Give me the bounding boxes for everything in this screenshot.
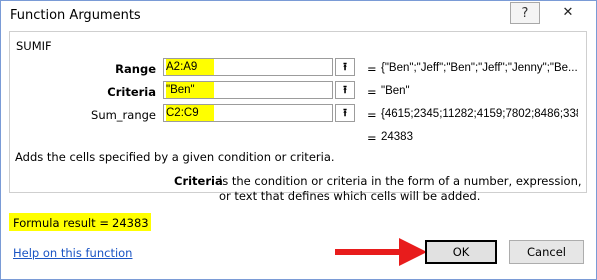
criteria-label: Criteria [107,85,156,99]
function-result-value: 24383 [381,131,413,143]
close-button[interactable]: ✕ [546,2,590,24]
criteria-result: "Ben" [381,85,410,97]
sum-range-collapse-icon[interactable]: ⭱ [335,104,355,122]
sum-range-equals: = [367,108,377,122]
criteria-equals: = [367,85,377,99]
function-result-equals: = [367,131,377,145]
sum-range-label: Sum_range [91,108,156,122]
argument-help-label: Criteria [174,174,223,188]
criteria-value: "Ben" [166,84,195,96]
function-description: Adds the cells specified by a given cond… [15,150,335,164]
function-name: SUMIF [16,39,52,53]
range-collapse-icon[interactable]: ⭱ [335,58,355,76]
help-on-function-link[interactable]: Help on this function [13,246,132,260]
help-button[interactable]: ? [510,2,540,24]
arrow-head-icon [399,238,427,266]
criteria-input[interactable]: "Ben" [163,81,333,99]
sum-range-result: {4615;2345;11282;4159;7802;8486;3384 [381,108,578,120]
range-equals: = [367,62,377,76]
cancel-button[interactable]: Cancel [509,240,584,264]
criteria-collapse-icon[interactable]: ⭱ [335,81,355,99]
range-input[interactable]: A2:A9 [163,58,333,76]
sum-range-input[interactable]: C2:C9 [163,104,333,122]
formula-result-value: 24383 [112,216,149,230]
argument-help-text: is the condition or criteria in the form… [219,174,582,203]
range-value: A2:A9 [166,61,198,73]
dialog-title: Function Arguments [10,8,141,23]
range-result: {"Ben";"Jeff";"Ben";"Jeff";"Jenny";"Be..… [381,62,578,74]
red-arrow-annotation [335,238,427,266]
ok-button[interactable]: OK [425,240,497,264]
sum-range-value: C2:C9 [166,107,199,119]
title-bar: Function Arguments ? ✕ [1,1,596,32]
formula-result-label: Formula result = [13,216,109,230]
range-label: Range [115,62,156,76]
